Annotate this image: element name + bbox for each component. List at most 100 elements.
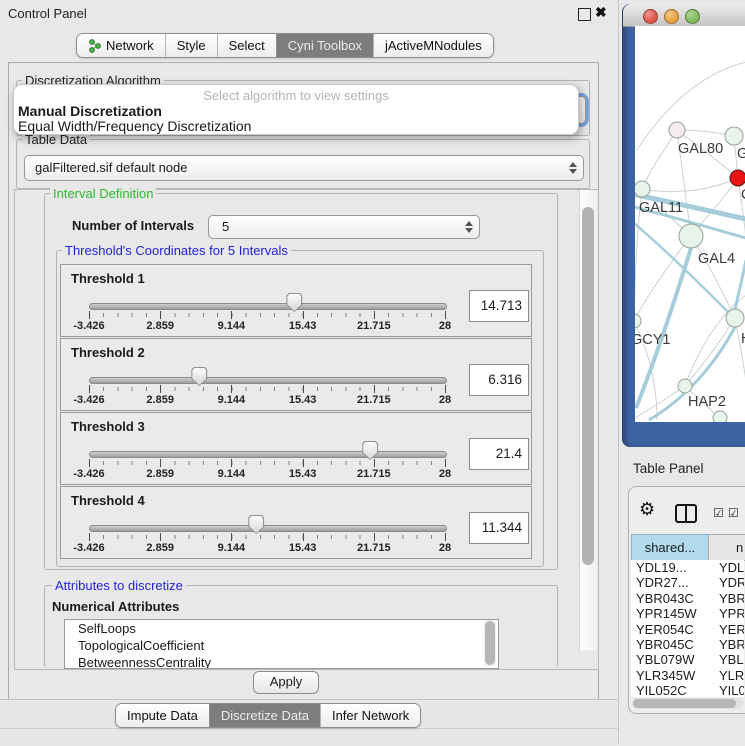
slider-handle[interactable] — [248, 515, 264, 534]
interval-definition-label: Interval Definition — [50, 186, 156, 201]
table-data-value: galFiltered.sif default node — [25, 156, 583, 180]
tab-impute-data-label: Impute Data — [127, 705, 198, 727]
checkbox-icon[interactable]: ☑ — [728, 506, 739, 520]
cell-name: YER0 — [712, 622, 744, 637]
column-header-name[interactable]: n — [708, 534, 745, 561]
panel-title: Control Panel — [8, 6, 87, 21]
threshold-value-input[interactable]: 11.344 — [469, 512, 529, 544]
cell-shared-name: YDL19... — [631, 560, 712, 575]
apply-button[interactable]: Apply — [253, 671, 319, 694]
gear-icon[interactable]: ⚙ — [639, 499, 655, 520]
table-row[interactable]: YBR043CYBR0 — [631, 591, 744, 606]
table-row[interactable]: YBR045CYBR0 — [631, 637, 744, 652]
major-tick — [445, 459, 446, 467]
tick-label: 28 — [439, 320, 451, 332]
top-tab-bar: Network Style Select Cyni Toolbox jActiv… — [76, 33, 494, 58]
cell-name: YBR0 — [712, 591, 744, 606]
tick-label: 28 — [439, 394, 451, 406]
table-row[interactable]: YBL079WYBL0 — [631, 652, 744, 667]
network-node[interactable] — [725, 127, 743, 145]
table-row[interactable]: YLR345WYLR3 — [631, 668, 744, 683]
columns-icon[interactable] — [675, 504, 697, 523]
threshold-label: Threshold 2 — [71, 345, 145, 360]
scrollbar-thumb[interactable] — [582, 207, 594, 565]
network-node[interactable] — [678, 379, 692, 393]
network-edge[interactable] — [642, 178, 738, 192]
tab-network[interactable]: Network — [77, 34, 165, 57]
algorithm-option-manual[interactable]: Manual Discretization — [18, 103, 162, 119]
table-row[interactable]: YPR145WYPR1 — [631, 606, 744, 621]
tick-label: -3.426 — [73, 394, 104, 406]
tab-infer-network[interactable]: Infer Network — [320, 704, 420, 727]
scrollbar-thumb[interactable] — [633, 699, 736, 708]
major-tick — [445, 533, 446, 541]
major-tick — [160, 533, 161, 541]
vertical-scrollbar[interactable] — [579, 190, 597, 650]
major-tick — [160, 311, 161, 319]
threshold-value-input[interactable]: 6.316 — [469, 364, 529, 396]
tick-label: 15.43 — [289, 320, 317, 332]
tick-label: -3.426 — [73, 468, 104, 480]
numerical-attributes-list: SelfLoopsTopologicalCoefficientBetweenne… — [64, 619, 499, 669]
algorithm-option-equal-width[interactable]: Equal Width/Frequency Discretization — [18, 118, 251, 134]
number-of-intervals-combobox[interactable]: 5 — [208, 215, 480, 239]
slider-handle[interactable] — [362, 441, 378, 460]
table-row[interactable]: YER054CYER0 — [631, 622, 744, 637]
network-edge[interactable] — [735, 318, 745, 382]
network-canvas[interactable]: GAL80GACGAL11GAL4GCY1HHAP2 — [635, 26, 745, 422]
tab-discretize-data[interactable]: Discretize Data — [209, 704, 320, 727]
tab-cyni-toolbox[interactable]: Cyni Toolbox — [276, 34, 373, 57]
network-edge[interactable] — [685, 318, 735, 386]
major-tick — [445, 311, 446, 319]
table-data-combobox[interactable]: galFiltered.sif default node — [24, 155, 584, 181]
tab-select[interactable]: Select — [217, 34, 276, 57]
slider-ruler: -3.4262.8599.14415.4321.71528 — [89, 533, 445, 555]
network-edge[interactable] — [735, 260, 745, 309]
table-row[interactable]: YDL19...YDL1 — [631, 560, 744, 575]
attributes-list-scrollbar[interactable] — [484, 620, 496, 666]
network-edge[interactable] — [642, 130, 677, 189]
slider-handle[interactable] — [191, 367, 207, 386]
attribute-list-item[interactable]: TopologicalCoefficient — [65, 637, 498, 654]
tab-jactivemnodules[interactable]: jActiveMNodules — [373, 34, 493, 57]
network-node[interactable] — [713, 411, 727, 422]
tick-label: 21.715 — [357, 320, 391, 332]
major-tick — [374, 459, 375, 467]
threshold-label: Threshold 4 — [71, 493, 145, 508]
threshold-value-input[interactable]: 14.713 — [469, 290, 529, 322]
scrollbar-thumb[interactable] — [485, 621, 495, 665]
network-node[interactable] — [730, 170, 745, 186]
network-node[interactable] — [726, 309, 744, 327]
network-node[interactable] — [635, 181, 650, 197]
threshold-value-input[interactable]: 21.4 — [469, 438, 529, 470]
network-node[interactable] — [635, 314, 641, 328]
close-traffic-light[interactable] — [643, 9, 658, 24]
network-window-titlebar[interactable] — [623, 4, 745, 27]
algorithm-hint-text: Select algorithm to view settings — [14, 88, 578, 103]
number-of-intervals-label: Number of Intervals — [72, 218, 194, 233]
node-label: GA — [737, 146, 745, 162]
network-node[interactable] — [669, 122, 685, 138]
network-edge[interactable] — [691, 236, 735, 318]
attribute-list-item[interactable]: SelfLoops — [65, 620, 498, 637]
table-row[interactable]: YDR27...YDR2 — [631, 575, 744, 590]
node-label: GAL4 — [698, 251, 735, 267]
tick-label: -3.426 — [73, 320, 104, 332]
tab-impute-data[interactable]: Impute Data — [116, 704, 209, 727]
combo-arrows-icon — [568, 162, 576, 174]
column-header-shared-name[interactable]: shared... — [631, 534, 709, 561]
checkbox-icon[interactable]: ☑ — [713, 506, 724, 520]
horizontal-scrollbar[interactable] — [632, 698, 743, 709]
slider-handle[interactable] — [286, 293, 302, 312]
tab-style[interactable]: Style — [165, 34, 217, 57]
table-row[interactable]: YIL052CYIL0 — [631, 683, 744, 697]
float-window-button[interactable] — [578, 8, 591, 21]
zoom-traffic-light[interactable] — [685, 9, 700, 24]
close-icon[interactable]: ✖ — [595, 4, 607, 21]
network-view-window[interactable]: GAL80GACGAL11GAL4GCY1HHAP2 — [622, 4, 745, 447]
network-node[interactable] — [679, 224, 703, 248]
slider-ruler: -3.4262.8599.14415.4321.71528 — [89, 311, 445, 333]
tick-label: 9.144 — [218, 542, 246, 554]
minimize-traffic-light[interactable] — [664, 9, 679, 24]
attribute-list-item[interactable]: BetweennessCentrality — [65, 654, 498, 669]
